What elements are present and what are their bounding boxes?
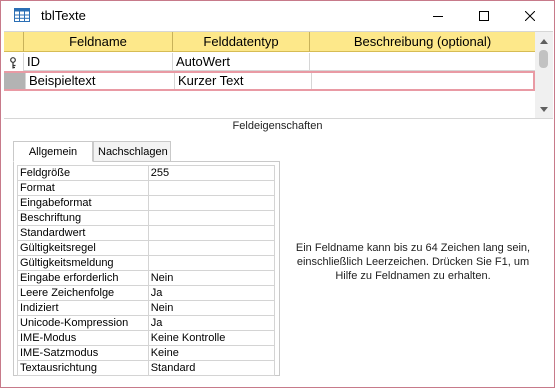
property-row[interactable]: Format [17, 180, 276, 196]
property-label: Indiziert [17, 300, 149, 316]
property-label: IME-Satzmodus [17, 345, 149, 361]
property-value[interactable]: Keine Kontrolle [147, 330, 276, 346]
property-row[interactable]: Gültigkeitsregel [17, 240, 276, 256]
property-value[interactable]: Ja [147, 285, 276, 301]
close-icon [525, 11, 535, 21]
property-label: Unicode-Kompression [17, 315, 149, 331]
property-label: Textausrichtung [17, 360, 149, 376]
property-value[interactable]: Nein [147, 270, 276, 286]
property-row[interactable]: IME-Satzmodus Keine [17, 345, 276, 361]
field-name-cell[interactable]: ID [24, 53, 173, 71]
property-label: Standardwert [17, 225, 149, 241]
property-label: Feldgröße [17, 165, 149, 181]
data-type-cell[interactable]: Kurzer Text [175, 73, 312, 89]
table-row[interactable]: Beispieltext Kurzer Text [4, 71, 535, 91]
property-label: Leere Zeichenfolge [17, 285, 149, 301]
description-cell[interactable] [312, 73, 537, 89]
property-row[interactable]: Gültigkeitsmeldung [17, 255, 276, 271]
divider [4, 118, 553, 119]
column-header-field-name[interactable]: Feldname [24, 32, 173, 52]
row-selector[interactable] [4, 73, 26, 89]
general-properties-panel: Feldgröße 255 Format Eingabeformat Beschr… [13, 161, 280, 376]
properties-table: Feldgröße 255 Format Eingabeformat Beschr… [17, 165, 276, 376]
scroll-down-icon [540, 106, 548, 112]
property-label: Eingabe erforderlich [17, 270, 149, 286]
property-value[interactable]: 255 [147, 165, 276, 181]
title-bar[interactable]: tblTexte [1, 1, 554, 31]
column-header-data-type[interactable]: Felddatentyp [173, 32, 310, 52]
property-row[interactable]: Beschriftung [17, 210, 276, 226]
property-value[interactable]: Ja [147, 315, 276, 331]
property-label: Gültigkeitsregel [17, 240, 149, 256]
property-label: Beschriftung [17, 210, 149, 226]
property-row[interactable]: Standardwert [17, 225, 276, 241]
property-value[interactable] [147, 180, 276, 196]
property-row[interactable]: Indiziert Nein [17, 300, 276, 316]
close-button[interactable] [507, 1, 553, 31]
minimize-button[interactable] [415, 1, 461, 31]
table-icon [14, 8, 30, 22]
data-type-cell[interactable]: AutoWert [173, 53, 310, 71]
tab-general[interactable]: Allgemein [13, 141, 93, 162]
property-label: IME-Modus [17, 330, 149, 346]
field-properties-title: Feldeigenschaften [232, 120, 323, 132]
property-row[interactable]: Unicode-Kompression Ja [17, 315, 276, 331]
property-value[interactable]: Keine [147, 345, 276, 361]
property-value[interactable] [147, 195, 276, 211]
scroll-up-button[interactable] [535, 34, 553, 48]
field-name-cell[interactable]: Beispieltext [26, 73, 175, 89]
property-value[interactable]: Standard [147, 360, 276, 376]
minimize-icon [433, 16, 443, 17]
table-design-window: tblTexte Feldname Felddatentyp Beschreib… [0, 0, 555, 388]
property-value[interactable] [147, 210, 276, 226]
row-selector[interactable] [4, 53, 24, 71]
property-row[interactable]: Textausrichtung Standard [17, 360, 276, 376]
tab-lookup[interactable]: Nachschlagen [93, 141, 171, 162]
property-value[interactable] [147, 240, 276, 256]
property-row[interactable]: IME-Modus Keine Kontrolle [17, 330, 276, 346]
scroll-up-icon [540, 38, 548, 44]
property-value[interactable] [147, 255, 276, 271]
vertical-scrollbar[interactable] [535, 32, 553, 118]
row-selector-header[interactable] [4, 32, 24, 52]
property-row[interactable]: Eingabe erforderlich Nein [17, 270, 276, 286]
field-grid: Feldname Felddatentyp Beschreibung (opti… [4, 31, 553, 118]
property-value[interactable] [147, 225, 276, 241]
property-value[interactable]: Nein [147, 300, 276, 316]
scrollbar-thumb[interactable] [539, 50, 548, 68]
property-label: Gültigkeitsmeldung [17, 255, 149, 271]
property-row[interactable]: Feldgröße 255 [17, 165, 276, 181]
maximize-button[interactable] [461, 1, 507, 31]
table-row[interactable]: ID AutoWert [4, 53, 535, 71]
grid-header: Feldname Felddatentyp Beschreibung (opti… [4, 32, 535, 52]
description-cell[interactable] [310, 53, 535, 71]
property-row[interactable]: Eingabeformat [17, 195, 276, 211]
property-label: Format [17, 180, 149, 196]
help-text: Ein Feldname kann bis zu 64 Zeichen lang… [295, 242, 531, 282]
scroll-down-button[interactable] [535, 102, 553, 116]
window-title: tblTexte [41, 8, 86, 23]
property-label: Eingabeformat [17, 195, 149, 211]
maximize-icon [479, 11, 489, 21]
column-header-description[interactable]: Beschreibung (optional) [310, 32, 535, 52]
property-row[interactable]: Leere Zeichenfolge Ja [17, 285, 276, 301]
